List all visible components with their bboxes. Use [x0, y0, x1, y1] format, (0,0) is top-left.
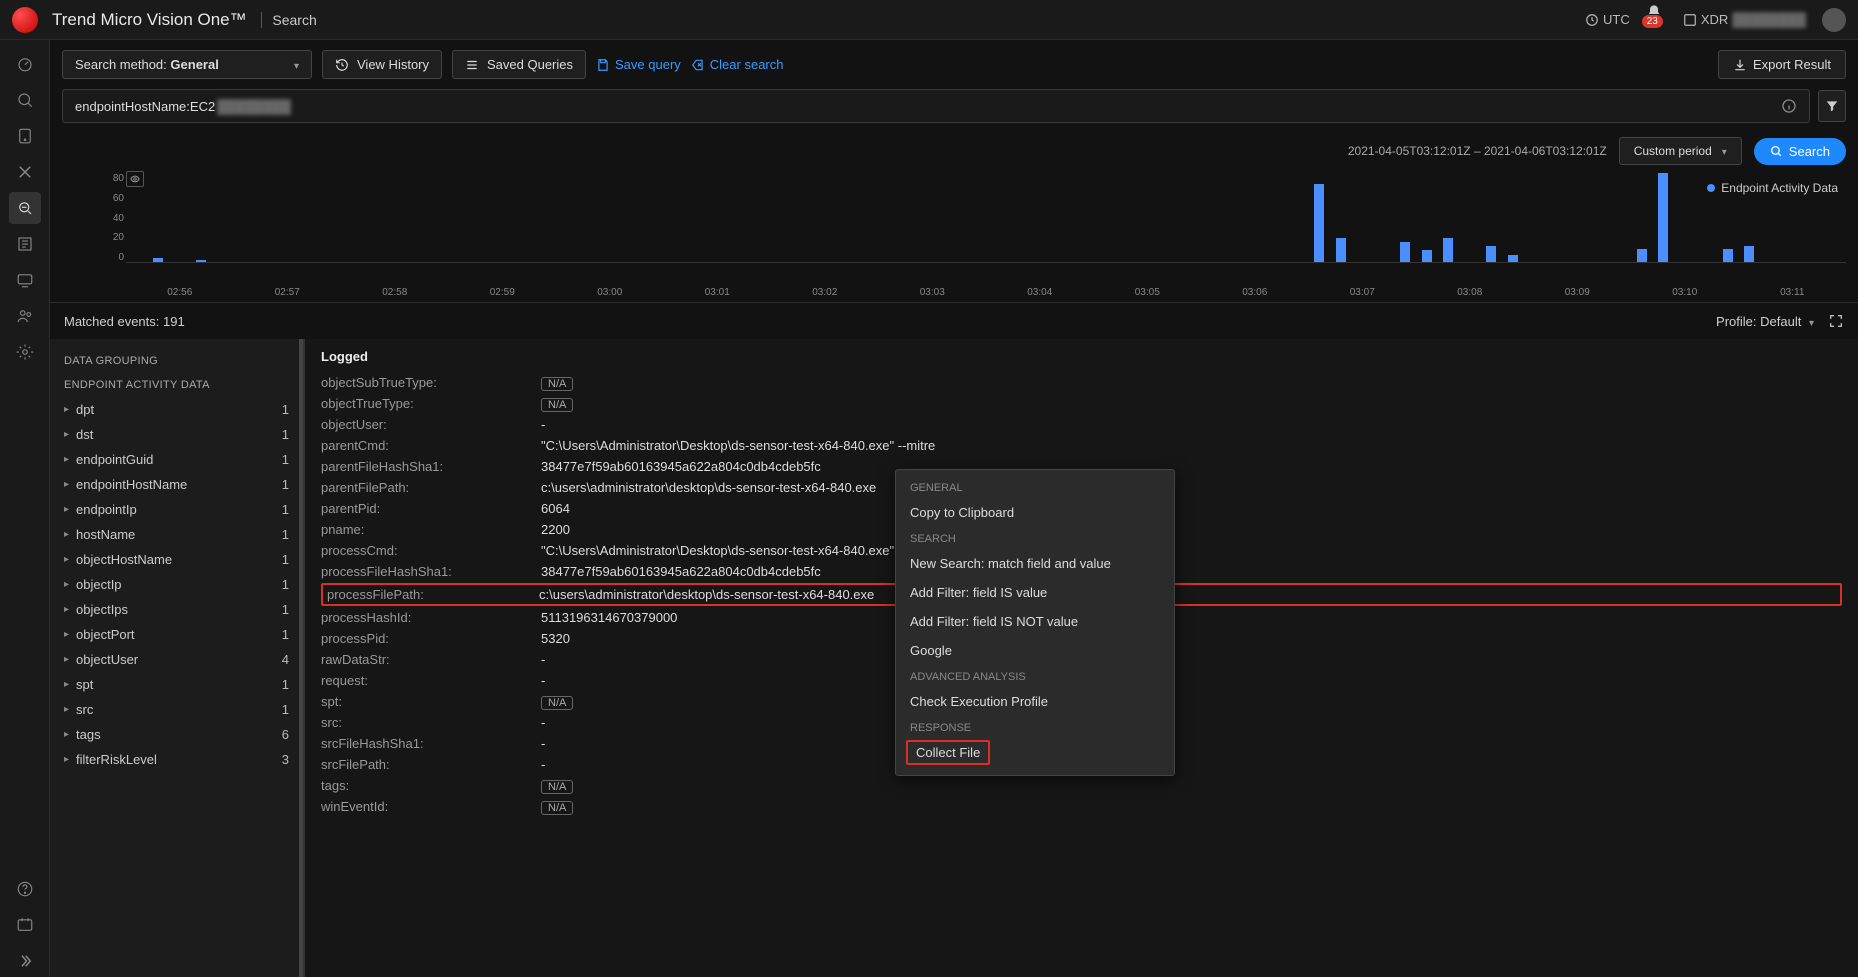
detail-row[interactable]: parentCmd:"C:\Users\Administrator\Deskto…	[321, 435, 1842, 456]
sidebar	[0, 40, 50, 977]
sidebar-item-tasks[interactable]	[9, 909, 41, 941]
detail-row[interactable]: tags:N/A	[321, 775, 1842, 796]
event-detail-panel: Logged objectSubTrueType:N/AobjectTrueTy…	[305, 339, 1858, 977]
save-icon	[596, 58, 610, 72]
data-grouping-item[interactable]: ▸dpt1	[50, 397, 303, 422]
search-method-select[interactable]: Search method: General	[62, 50, 312, 79]
data-grouping-item[interactable]: ▸endpointHostName1	[50, 472, 303, 497]
sidebar-item-response[interactable]	[9, 264, 41, 296]
context-menu-item[interactable]: Copy to Clipboard	[896, 498, 1174, 527]
data-grouping-item[interactable]: ▸filterRiskLevel3	[50, 747, 303, 772]
sidebar-item-settings[interactable]	[9, 336, 41, 368]
detail-header: Logged	[321, 349, 1842, 372]
data-grouping-item[interactable]: ▸objectUser4	[50, 647, 303, 672]
sidebar-item-device[interactable]	[9, 120, 41, 152]
filter-icon	[1825, 99, 1839, 113]
detail-row[interactable]: winEventId:N/A	[321, 796, 1842, 817]
sidebar-item-users[interactable]	[9, 300, 41, 332]
custom-period-select[interactable]: Custom period	[1619, 137, 1742, 165]
view-history-button[interactable]: View History	[322, 50, 442, 79]
data-grouping-item[interactable]: ▸objectHostName1	[50, 547, 303, 572]
detail-row[interactable]: objectSubTrueType:N/A	[321, 372, 1842, 393]
context-menu-item[interactable]: Add Filter: field IS NOT value	[896, 607, 1174, 636]
clear-search-link[interactable]: Clear search	[691, 57, 784, 72]
app-section: Search	[261, 12, 316, 28]
data-grouping-item[interactable]: ▸endpointGuid1	[50, 447, 303, 472]
context-menu-item[interactable]: New Search: match field and value	[896, 549, 1174, 578]
data-grouping-subtitle: ENDPOINT ACTIVITY DATA	[50, 373, 303, 397]
detail-row[interactable]: objectUser:-	[321, 414, 1842, 435]
context-menu-item[interactable]: Check Execution Profile	[896, 687, 1174, 716]
save-query-link[interactable]: Save query	[596, 57, 681, 72]
download-icon	[1733, 58, 1747, 72]
search-query-input[interactable]: endpointHostName:EC2████████	[62, 89, 1810, 123]
notifications-count: 23	[1642, 15, 1663, 28]
sidebar-item-dashboard[interactable]	[9, 48, 41, 80]
data-grouping-item[interactable]: ▸tags6	[50, 722, 303, 747]
list-icon	[465, 58, 479, 72]
data-grouping-item[interactable]: ▸spt1	[50, 672, 303, 697]
info-icon[interactable]	[1781, 98, 1797, 114]
sidebar-item-x[interactable]	[9, 156, 41, 188]
sidebar-item-expand[interactable]	[9, 945, 41, 977]
saved-queries-button[interactable]: Saved Queries	[452, 50, 586, 79]
header: Trend Micro Vision One™ Search UTC 23 XD…	[0, 0, 1858, 40]
app-title: Trend Micro Vision One™ Search	[52, 10, 317, 30]
data-grouping-title: DATA GROUPING	[50, 349, 303, 373]
data-grouping-item[interactable]: ▸hostName1	[50, 522, 303, 547]
chart-y-axis: 806040200	[110, 173, 124, 263]
filter-button[interactable]	[1818, 90, 1846, 122]
data-grouping-item[interactable]: ▸objectIps1	[50, 597, 303, 622]
context-menu: GENERALCopy to ClipboardSEARCHNew Search…	[895, 469, 1175, 776]
export-result-button[interactable]: Export Result	[1718, 50, 1846, 79]
sidebar-item-search[interactable]	[9, 84, 41, 116]
search-icon	[1770, 145, 1783, 158]
tenant-icon	[1683, 13, 1697, 27]
data-grouping-item[interactable]: ▸endpointIp1	[50, 497, 303, 522]
chart-x-axis: 02:5602:5702:5802:5903:0003:0103:0203:03…	[126, 287, 1846, 298]
data-grouping-item[interactable]: ▸objectPort1	[50, 622, 303, 647]
data-grouping-item[interactable]: ▸src1	[50, 697, 303, 722]
context-menu-item[interactable]: Collect File	[906, 740, 990, 765]
utc-indicator[interactable]: UTC	[1585, 12, 1630, 27]
history-icon	[335, 58, 349, 72]
sidebar-item-help[interactable]	[9, 873, 41, 905]
sidebar-item-investigate[interactable]	[9, 192, 41, 224]
search-button[interactable]: Search	[1754, 138, 1846, 165]
context-menu-item[interactable]: Google	[896, 636, 1174, 665]
user-avatar[interactable]	[1822, 8, 1846, 32]
clear-icon	[691, 58, 705, 72]
detail-row[interactable]: objectTrueType:N/A	[321, 393, 1842, 414]
context-menu-item[interactable]: Add Filter: field IS value	[896, 578, 1174, 607]
brand-logo	[12, 7, 38, 33]
data-grouping-panel: DATA GROUPING ENDPOINT ACTIVITY DATA ▸dp…	[50, 339, 305, 977]
toolbar: Search method: General View History Save…	[50, 40, 1858, 89]
data-grouping-item[interactable]: ▸objectIp1	[50, 572, 303, 597]
tenant-selector[interactable]: XDR ████████	[1683, 12, 1806, 27]
notifications-button[interactable]: 23	[1646, 4, 1667, 35]
fullscreen-icon[interactable]	[1828, 313, 1844, 329]
sidebar-item-reports[interactable]	[9, 228, 41, 260]
clock-icon	[1585, 13, 1599, 27]
matched-events-label: Matched events: 191	[64, 314, 185, 329]
profile-selector[interactable]: Profile: Default	[1716, 314, 1814, 329]
chart-container: Endpoint Activity Data 806040200 02:5602…	[50, 173, 1858, 302]
data-grouping-item[interactable]: ▸dst1	[50, 422, 303, 447]
chart-bars[interactable]	[126, 173, 1846, 263]
time-range-display: 2021-04-05T03:12:01Z – 2021-04-06T03:12:…	[1348, 144, 1607, 158]
